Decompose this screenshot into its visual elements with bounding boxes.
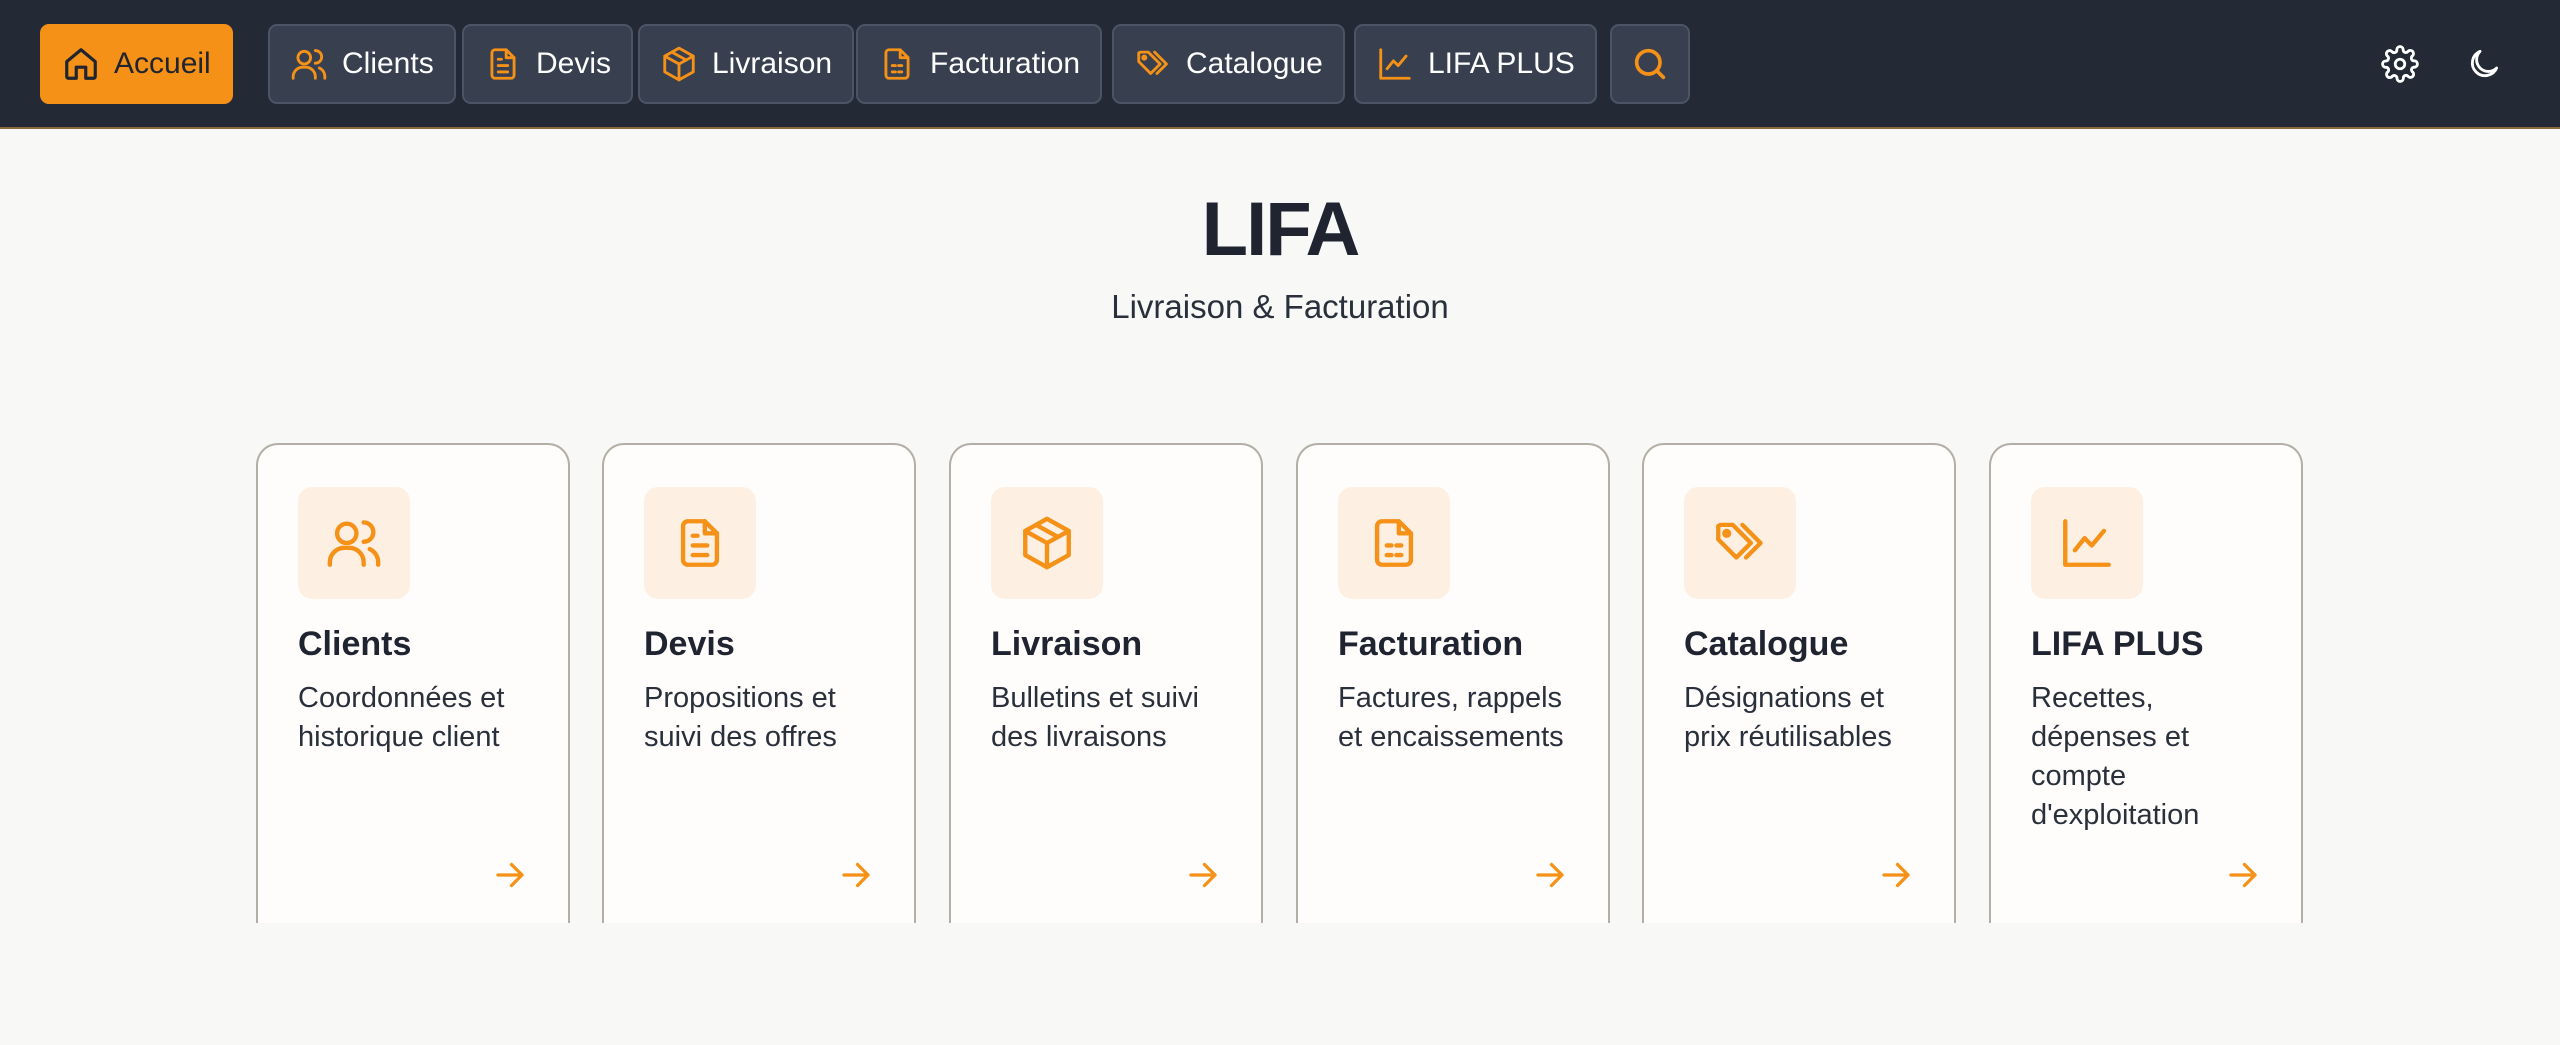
card-title: Devis bbox=[644, 625, 735, 663]
module-card-lifa-plus[interactable]: LIFA PLUS Recettes, dépenses et compte d… bbox=[1989, 443, 2303, 923]
card-description: Factures, rappels et encaissements bbox=[1338, 682, 1564, 753]
card-description: Propositions et suivi des offres bbox=[644, 682, 837, 753]
users-icon bbox=[291, 49, 327, 80]
tags-icon bbox=[1716, 522, 1763, 560]
module-card-livraison[interactable]: Livraison Bulletins et suivi des livrais… bbox=[949, 443, 1263, 923]
nav-label: Catalogue bbox=[1186, 47, 1323, 80]
arrow-right-icon bbox=[2229, 862, 2257, 888]
document-icon bbox=[680, 519, 720, 567]
chart-line-icon bbox=[2063, 519, 2111, 567]
package-icon bbox=[1023, 516, 1071, 570]
card-title: Catalogue bbox=[1684, 625, 1849, 663]
module-card-devis[interactable]: Devis Propositions et suivi des offres bbox=[602, 443, 916, 923]
card-description: Bulletins et suivi des livraisons bbox=[991, 682, 1199, 753]
card-title: Clients bbox=[298, 625, 412, 663]
card-icon-tile bbox=[644, 487, 756, 599]
settings-button[interactable] bbox=[2378, 42, 2422, 86]
card-arrow[interactable] bbox=[1185, 857, 1221, 893]
nav-label: Accueil bbox=[114, 47, 211, 80]
top-navigation-bar: Accueil Clients Devis Livraison Facturat… bbox=[0, 0, 2560, 129]
document-icon bbox=[490, 48, 516, 80]
chart-line-icon bbox=[1379, 48, 1411, 80]
nav-button-accueil[interactable]: Accueil bbox=[40, 24, 233, 104]
nav-button-lifa-plus[interactable]: LIFA PLUS bbox=[1354, 24, 1597, 104]
moon-icon bbox=[2470, 49, 2499, 78]
module-card-catalogue[interactable]: Catalogue Désignations et prix réutilisa… bbox=[1642, 443, 1956, 923]
theme-toggle-button[interactable] bbox=[2462, 42, 2506, 86]
package-icon bbox=[663, 46, 695, 82]
card-title: LIFA PLUS bbox=[2031, 625, 2204, 663]
nav-label: Clients bbox=[342, 47, 434, 80]
card-arrow[interactable] bbox=[492, 857, 528, 893]
nav-label: Devis bbox=[536, 47, 612, 80]
nav-button-catalogue[interactable]: Catalogue bbox=[1112, 24, 1345, 104]
nav-label: Facturation bbox=[930, 47, 1081, 80]
card-arrow[interactable] bbox=[838, 857, 874, 893]
card-icon-tile bbox=[298, 487, 410, 599]
card-title: Facturation bbox=[1338, 625, 1524, 663]
module-card-facturation[interactable]: Facturation Factures, rappels et encaiss… bbox=[1296, 443, 1610, 923]
card-icon-tile bbox=[991, 487, 1103, 599]
arrow-right-icon bbox=[842, 862, 870, 888]
arrow-right-icon bbox=[496, 862, 524, 888]
card-arrow[interactable] bbox=[1878, 857, 1914, 893]
page-title: LIFA bbox=[1201, 187, 1361, 272]
gear-icon bbox=[2381, 45, 2419, 83]
search-button[interactable] bbox=[1610, 24, 1690, 104]
nav-button-devis[interactable]: Devis bbox=[462, 24, 634, 104]
card-arrow[interactable] bbox=[2225, 857, 2261, 893]
module-card-clients[interactable]: Clients Coordonnées et historique client bbox=[256, 443, 570, 923]
card-icon-tile bbox=[1338, 487, 1450, 599]
card-description: Recettes, dépenses et compte d'exploitat… bbox=[2031, 682, 2200, 831]
nav-button-clients[interactable]: Clients bbox=[268, 24, 456, 104]
nav-button-livraison[interactable]: Livraison bbox=[638, 24, 855, 104]
nav-button-facturation[interactable]: Facturation bbox=[856, 24, 1103, 104]
invoice-icon bbox=[1374, 519, 1414, 567]
card-description: Désignations et prix réutilisables bbox=[1684, 682, 1892, 753]
card-arrow[interactable] bbox=[1532, 857, 1568, 893]
nav-label: Livraison bbox=[712, 47, 833, 80]
tags-icon bbox=[1137, 50, 1168, 75]
search-icon bbox=[1634, 48, 1666, 80]
card-icon-tile bbox=[1684, 487, 1796, 599]
arrow-right-icon bbox=[1882, 862, 1910, 888]
card-description: Coordonnées et historique client bbox=[298, 682, 505, 753]
nav-label: LIFA PLUS bbox=[1428, 47, 1575, 80]
home-icon bbox=[65, 48, 97, 80]
page-subtitle: Livraison & Facturation bbox=[1111, 288, 1449, 325]
invoice-icon bbox=[884, 48, 910, 80]
arrow-right-icon bbox=[1536, 862, 1564, 888]
arrow-right-icon bbox=[1189, 862, 1217, 888]
users-icon bbox=[327, 520, 381, 567]
card-title: Livraison bbox=[991, 625, 1143, 663]
card-icon-tile bbox=[2031, 487, 2143, 599]
